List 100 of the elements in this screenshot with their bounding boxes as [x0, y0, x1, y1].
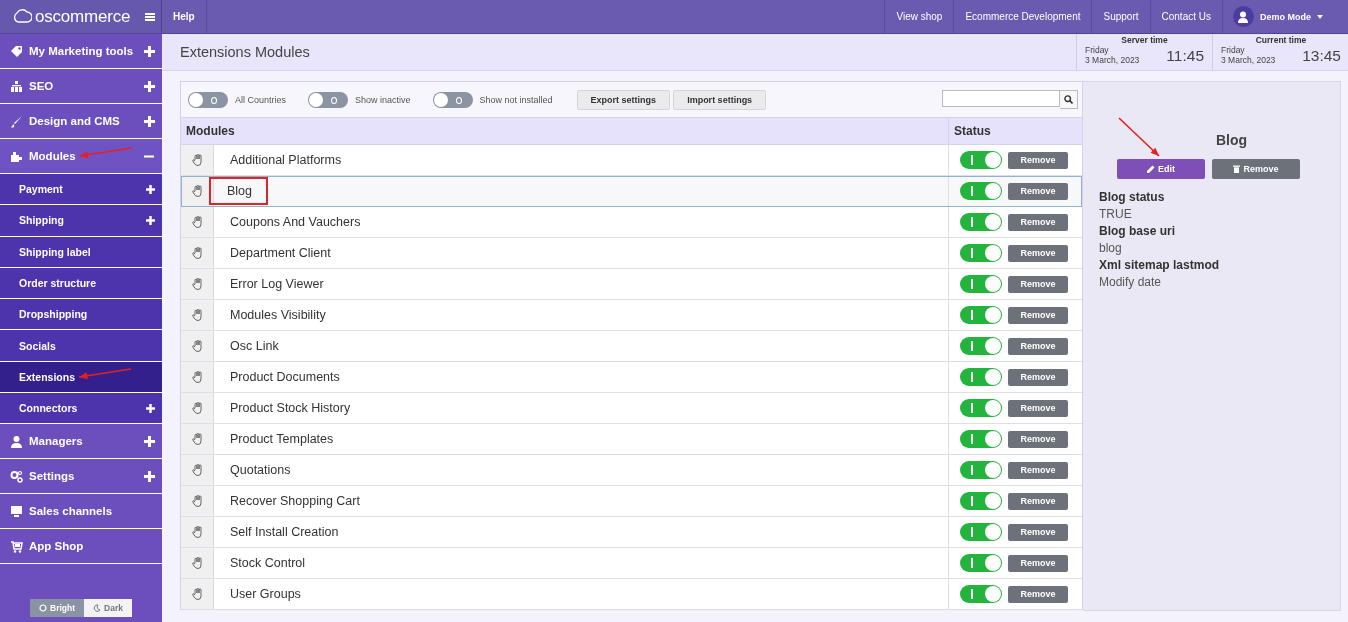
toggle-switch[interactable]: [308, 91, 349, 108]
drag-handle[interactable]: [181, 176, 214, 206]
user-menu[interactable]: Demo Mode: [1222, 0, 1348, 33]
nav-link[interactable]: Help: [162, 0, 207, 33]
table-row[interactable]: Blog Remove: [181, 176, 1082, 207]
sidebar-item[interactable]: Modules: [0, 139, 162, 174]
remove-button[interactable]: Remove: [1008, 182, 1068, 200]
table-row[interactable]: Additional Platforms Remove: [181, 145, 1082, 176]
hand-icon: [191, 557, 203, 569]
remove-button[interactable]: Remove: [1008, 523, 1068, 541]
sidebar-item[interactable]: Sales channels: [0, 494, 162, 530]
remove-button[interactable]: Remove: [1008, 585, 1068, 603]
remove-button[interactable]: Remove: [1008, 213, 1068, 231]
status-switch[interactable]: [960, 430, 1002, 448]
table-row[interactable]: Quotations Remove: [181, 455, 1082, 486]
table-row[interactable]: Coupons And Vauchers Remove: [181, 207, 1082, 238]
search-field[interactable]: [942, 90, 1060, 107]
sidebar-item[interactable]: Shipping: [0, 205, 162, 237]
clock-label: Current time: [1254, 35, 1308, 45]
toggle-switch[interactable]: [188, 91, 228, 108]
nav-link[interactable]: Contact Us: [1149, 0, 1222, 33]
sidebar-item[interactable]: App Shop: [0, 529, 162, 565]
hand-icon: [191, 433, 203, 445]
table-row[interactable]: Stock Control Remove: [181, 548, 1082, 579]
drag-handle[interactable]: [181, 269, 214, 299]
remove-button[interactable]: Remove: [1008, 399, 1068, 417]
nav-link[interactable]: View shop: [884, 0, 954, 33]
drag-handle[interactable]: [181, 393, 214, 423]
status-switch[interactable]: [960, 523, 1002, 541]
hand-icon: [191, 278, 203, 290]
status-switch[interactable]: [960, 182, 1002, 200]
clock-day: Friday: [1085, 45, 1140, 55]
sidebar-item[interactable]: Order structure: [0, 267, 162, 300]
drag-handle[interactable]: [181, 238, 214, 268]
remove-button[interactable]: Remove: [1008, 151, 1068, 169]
nav-link[interactable]: Ecommerce Development: [953, 0, 1092, 33]
sidebar-item[interactable]: Shipping label: [0, 236, 162, 268]
table-row[interactable]: Department Client Remove: [181, 238, 1082, 269]
drag-handle[interactable]: [181, 331, 214, 361]
status-switch[interactable]: [960, 213, 1002, 231]
drag-handle[interactable]: [181, 486, 214, 516]
status-switch[interactable]: [960, 337, 1002, 355]
remove-button[interactable]: Remove: [1008, 275, 1068, 293]
sidebar-item[interactable]: Settings: [0, 459, 162, 495]
status-switch[interactable]: [960, 461, 1002, 479]
status-switch[interactable]: [960, 554, 1002, 572]
drag-handle[interactable]: [181, 517, 214, 547]
status-switch[interactable]: [960, 306, 1002, 324]
table-row[interactable]: Self Install Creation Remove: [181, 517, 1082, 548]
status-switch[interactable]: [960, 585, 1002, 603]
hand-icon: [191, 464, 203, 476]
status-switch[interactable]: [960, 244, 1002, 262]
drag-handle[interactable]: [181, 207, 214, 237]
status-switch[interactable]: [960, 368, 1002, 386]
theme-button[interactable]: Bright: [30, 599, 85, 618]
remove-button[interactable]: Remove: [1008, 461, 1068, 479]
table-row[interactable]: Osc Link Remove: [181, 331, 1082, 362]
theme-button[interactable]: Dark: [84, 599, 132, 618]
logo-text: oscommerce: [35, 6, 131, 27]
remove-button[interactable]: Remove: [1008, 306, 1068, 324]
drag-handle[interactable]: [181, 362, 214, 392]
table-row[interactable]: User Groups Remove: [181, 579, 1082, 610]
table-row[interactable]: Error Log Viewer Remove: [181, 269, 1082, 300]
table-row[interactable]: Recover Shopping Cart Remove: [181, 486, 1082, 517]
module-name: Coupons And Vauchers: [229, 214, 362, 231]
table-row[interactable]: Modules Visibility Remove: [181, 300, 1082, 331]
toggle-switch[interactable]: [432, 91, 473, 108]
remove-button[interactable]: Remove: [1008, 492, 1068, 510]
search-button[interactable]: [1060, 90, 1078, 109]
drag-handle[interactable]: [181, 424, 214, 454]
nav-link[interactable]: Support: [1091, 0, 1150, 33]
table-row[interactable]: Product Documents Remove: [181, 362, 1082, 393]
drag-handle[interactable]: [181, 579, 214, 609]
table-row[interactable]: Product Stock History Remove: [181, 393, 1082, 424]
sidebar-item[interactable]: Extensions: [0, 361, 162, 394]
status-switch[interactable]: [960, 275, 1002, 293]
clock-label: Server time: [1120, 35, 1169, 45]
settings-button[interactable]: Export settings: [576, 89, 671, 110]
drag-handle[interactable]: [181, 548, 214, 578]
sidebar-item[interactable]: Dropshipping: [0, 299, 162, 331]
sidebar-item[interactable]: Payment: [0, 174, 162, 206]
remove-button[interactable]: Remove: [1008, 554, 1068, 572]
status-switch[interactable]: [960, 399, 1002, 417]
status-switch[interactable]: [960, 492, 1002, 510]
drag-handle[interactable]: [181, 455, 214, 485]
remove-button[interactable]: Remove: [1008, 244, 1068, 262]
status-switch[interactable]: [960, 151, 1002, 169]
remove-button[interactable]: Remove: [1008, 337, 1068, 355]
edit-button[interactable]: Edit: [1117, 159, 1205, 179]
sidebar-item[interactable]: Socials: [0, 330, 162, 362]
sidebar-item[interactable]: SEO: [0, 69, 162, 104]
remove-button[interactable]: Remove: [1212, 159, 1300, 179]
settings-button[interactable]: Import settings: [673, 89, 767, 110]
remove-button[interactable]: Remove: [1008, 430, 1068, 448]
sidebar-item[interactable]: Connectors: [0, 393, 162, 425]
table-row[interactable]: Product Templates Remove: [181, 424, 1082, 455]
remove-button[interactable]: Remove: [1008, 368, 1068, 386]
drag-handle[interactable]: [181, 300, 214, 330]
sidebar-item[interactable]: Managers: [0, 424, 162, 460]
drag-handle[interactable]: [181, 145, 214, 175]
